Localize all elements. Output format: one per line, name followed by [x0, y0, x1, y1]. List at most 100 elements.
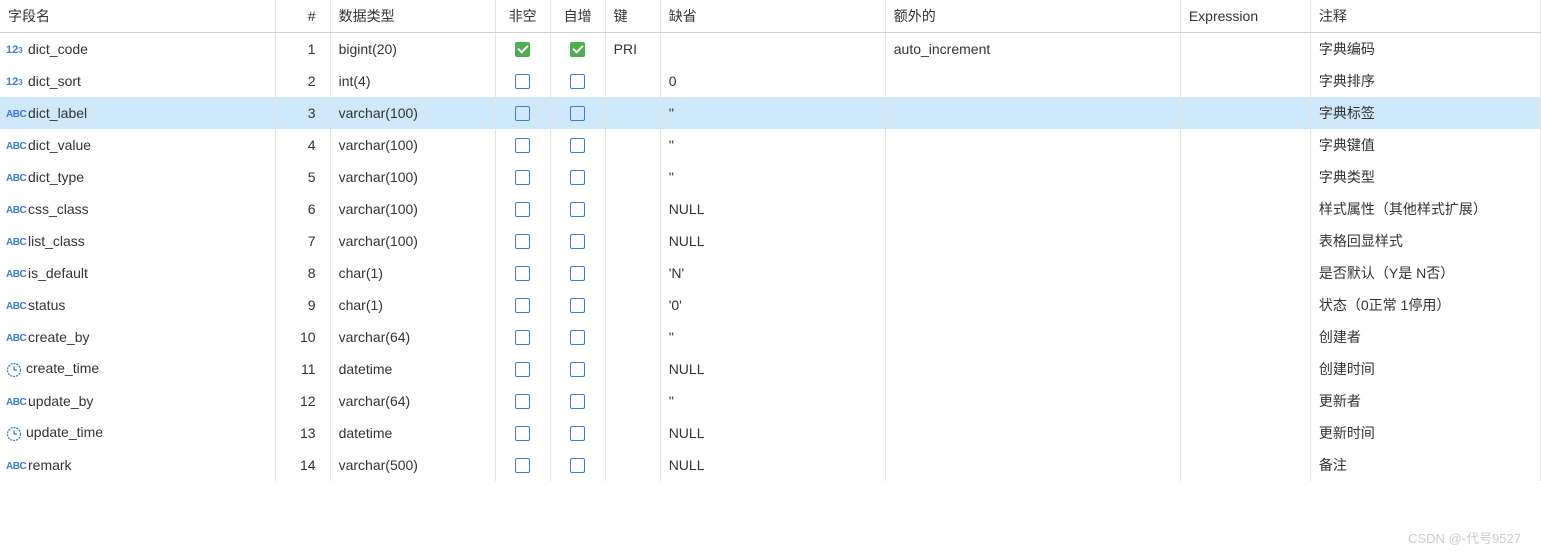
cell-default[interactable]: NULL — [660, 353, 885, 385]
notnull-checkbox[interactable] — [515, 74, 530, 89]
cell-default[interactable]: '0' — [660, 289, 885, 321]
columns-table[interactable]: 字段名 # 数据类型 非空 自增 键 缺省 额外的 Expression 注释 … — [0, 0, 1541, 481]
cell-autoinc[interactable] — [550, 257, 605, 289]
cell-extra[interactable] — [885, 225, 1180, 257]
notnull-checkbox[interactable] — [515, 138, 530, 153]
cell-expr[interactable] — [1180, 257, 1310, 289]
table-row[interactable]: ABCupdate_by12varchar(64)''更新者 — [0, 385, 1541, 417]
autoinc-checkbox[interactable] — [570, 458, 585, 473]
cell-comment[interactable]: 创建时间 — [1310, 353, 1540, 385]
cell-extra[interactable] — [885, 161, 1180, 193]
table-row[interactable]: ABCremark14varchar(500)NULL备注 — [0, 449, 1541, 481]
cell-name[interactable]: 123dict_sort — [0, 65, 275, 97]
cell-type[interactable]: varchar(64) — [330, 385, 495, 417]
cell-autoinc[interactable] — [550, 385, 605, 417]
cell-name[interactable]: create_time — [0, 353, 275, 385]
cell-name[interactable]: ABCremark — [0, 449, 275, 481]
table-row[interactable]: ABCcss_class6varchar(100)NULL样式属性（其他样式扩展… — [0, 193, 1541, 225]
header-extra[interactable]: 额外的 — [885, 0, 1180, 33]
header-notnull[interactable]: 非空 — [495, 0, 550, 33]
cell-default[interactable]: '' — [660, 97, 885, 129]
cell-name[interactable]: ABCis_default — [0, 257, 275, 289]
cell-name[interactable]: ABCcss_class — [0, 193, 275, 225]
cell-name[interactable]: ABClist_class — [0, 225, 275, 257]
header-name[interactable]: 字段名 — [0, 0, 275, 33]
cell-comment[interactable]: 表格回显样式 — [1310, 225, 1540, 257]
cell-type[interactable]: char(1) — [330, 289, 495, 321]
autoinc-checkbox[interactable] — [570, 234, 585, 249]
cell-autoinc[interactable] — [550, 193, 605, 225]
header-comment[interactable]: 注释 — [1310, 0, 1540, 33]
cell-default[interactable]: 0 — [660, 65, 885, 97]
autoinc-checkbox[interactable] — [570, 426, 585, 441]
cell-name[interactable]: ABCstatus — [0, 289, 275, 321]
cell-extra[interactable] — [885, 129, 1180, 161]
cell-expr[interactable] — [1180, 129, 1310, 161]
cell-default[interactable]: NULL — [660, 193, 885, 225]
cell-notnull[interactable] — [495, 161, 550, 193]
cell-expr[interactable] — [1180, 161, 1310, 193]
cell-autoinc[interactable] — [550, 225, 605, 257]
cell-notnull[interactable] — [495, 193, 550, 225]
cell-expr[interactable] — [1180, 97, 1310, 129]
notnull-checkbox[interactable] — [515, 330, 530, 345]
cell-expr[interactable] — [1180, 385, 1310, 417]
cell-comment[interactable]: 字典标签 — [1310, 97, 1540, 129]
cell-comment[interactable]: 更新者 — [1310, 385, 1540, 417]
cell-type[interactable]: char(1) — [330, 257, 495, 289]
table-row[interactable]: update_time13datetimeNULL更新时间 — [0, 417, 1541, 449]
cell-type[interactable]: datetime — [330, 417, 495, 449]
cell-extra[interactable] — [885, 97, 1180, 129]
header-autoinc[interactable]: 自增 — [550, 0, 605, 33]
table-row[interactable]: ABCstatus9char(1)'0'状态（0正常 1停用） — [0, 289, 1541, 321]
cell-notnull[interactable] — [495, 257, 550, 289]
cell-default[interactable]: NULL — [660, 449, 885, 481]
cell-type[interactable]: int(4) — [330, 65, 495, 97]
notnull-checkbox[interactable] — [515, 458, 530, 473]
cell-notnull[interactable] — [495, 97, 550, 129]
notnull-checkbox[interactable] — [515, 106, 530, 121]
table-row[interactable]: ABCdict_type5varchar(100)''字典类型 — [0, 161, 1541, 193]
cell-comment[interactable]: 样式属性（其他样式扩展） — [1310, 193, 1540, 225]
cell-autoinc[interactable] — [550, 65, 605, 97]
autoinc-checkbox[interactable] — [570, 330, 585, 345]
cell-name[interactable]: 123dict_code — [0, 33, 275, 66]
cell-notnull[interactable] — [495, 353, 550, 385]
notnull-checkbox[interactable] — [515, 426, 530, 441]
notnull-checkbox[interactable] — [515, 234, 530, 249]
cell-notnull[interactable] — [495, 65, 550, 97]
cell-comment[interactable]: 备注 — [1310, 449, 1540, 481]
cell-name[interactable]: ABCcreate_by — [0, 321, 275, 353]
notnull-checkbox[interactable] — [515, 266, 530, 281]
cell-extra[interactable] — [885, 193, 1180, 225]
cell-comment[interactable]: 字典键值 — [1310, 129, 1540, 161]
cell-comment[interactable]: 状态（0正常 1停用） — [1310, 289, 1540, 321]
notnull-checkbox[interactable] — [515, 362, 530, 377]
autoinc-checkbox[interactable] — [570, 170, 585, 185]
cell-comment[interactable]: 字典类型 — [1310, 161, 1540, 193]
cell-extra[interactable] — [885, 353, 1180, 385]
cell-expr[interactable] — [1180, 225, 1310, 257]
cell-type[interactable]: varchar(100) — [330, 129, 495, 161]
cell-autoinc[interactable] — [550, 97, 605, 129]
cell-autoinc[interactable] — [550, 161, 605, 193]
cell-notnull[interactable] — [495, 129, 550, 161]
notnull-checkbox[interactable] — [515, 42, 530, 57]
cell-notnull[interactable] — [495, 321, 550, 353]
cell-expr[interactable] — [1180, 289, 1310, 321]
cell-comment[interactable]: 更新时间 — [1310, 417, 1540, 449]
table-row[interactable]: create_time11datetimeNULL创建时间 — [0, 353, 1541, 385]
notnull-checkbox[interactable] — [515, 202, 530, 217]
cell-extra[interactable] — [885, 449, 1180, 481]
cell-name[interactable]: ABCdict_type — [0, 161, 275, 193]
table-row[interactable]: ABCis_default8char(1)'N'是否默认（Y是 N否） — [0, 257, 1541, 289]
autoinc-checkbox[interactable] — [570, 298, 585, 313]
cell-expr[interactable] — [1180, 449, 1310, 481]
cell-type[interactable]: varchar(100) — [330, 225, 495, 257]
cell-name[interactable]: ABCdict_value — [0, 129, 275, 161]
header-default[interactable]: 缺省 — [660, 0, 885, 33]
cell-notnull[interactable] — [495, 449, 550, 481]
header-key[interactable]: 键 — [605, 0, 660, 33]
header-num[interactable]: # — [275, 0, 330, 33]
table-row[interactable]: ABCdict_label3varchar(100)''字典标签 — [0, 97, 1541, 129]
